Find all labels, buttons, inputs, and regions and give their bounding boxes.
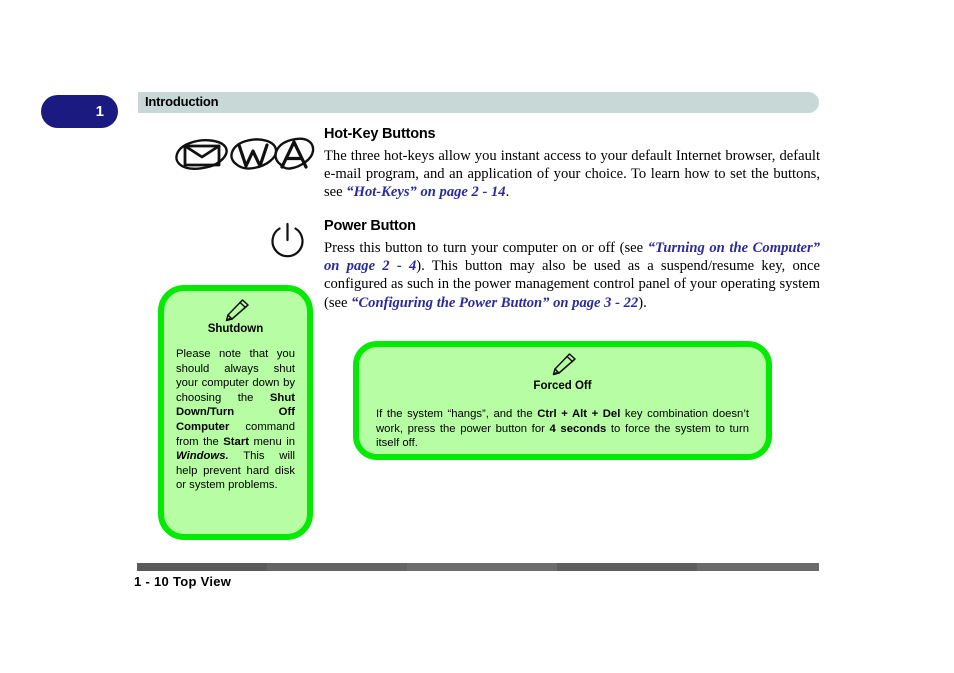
section-hotkey-buttons: Hot-Key Buttons The three hot-keys allow… (324, 126, 820, 202)
power-section-title: Power Button (324, 218, 416, 234)
text-run: menu in (249, 435, 295, 448)
power-paragraph-part3: ). (638, 294, 647, 311)
hotkey-cross-reference-link[interactable]: “Hot-Keys” on page 2 - 14 (346, 184, 505, 200)
callout-shutdown-title: Shutdown (207, 323, 264, 335)
hotkey-section-paragraph: The three hot-keys allow you instant acc… (324, 147, 820, 202)
power-symbol-icon (265, 218, 310, 263)
footer-page-label: 1 - 10 Top View (134, 574, 232, 589)
power-section-paragraph: Press this button to turn your computer … (324, 239, 820, 312)
chapter-number-badge: 1 (41, 95, 118, 128)
text-run: Ctrl + Alt + Del (537, 408, 621, 420)
callout-forced-off-body: If the system “hangs”, and the Ctrl + Al… (376, 407, 749, 451)
callout-shutdown: Shutdown Please note that you should alw… (158, 285, 313, 540)
footer-rule-segment (697, 563, 819, 571)
footer-rule-segment (267, 563, 407, 571)
pen-icon (548, 351, 578, 377)
footer-rule-segment (407, 563, 557, 571)
pen-icon (221, 297, 251, 323)
hotkey-section-title: Hot-Key Buttons (324, 126, 436, 142)
running-header-title: Introduction (145, 94, 219, 109)
document-page: 1 Introduction Hot-Key Buttons The three… (0, 0, 954, 673)
text-run: 4 seconds (549, 422, 607, 435)
power-cross-reference-link-2[interactable]: “Configuring the Power Button” on page 3… (351, 295, 638, 311)
callout-shutdown-body: Please note that you should always shut … (176, 347, 295, 493)
callout-forced-off: Forced Off If the system “hangs”, and th… (353, 341, 772, 460)
running-header-bar (138, 92, 819, 113)
text-run: Windows. (176, 450, 229, 463)
footer-rule-segment (137, 563, 267, 571)
footer-rule-segment (557, 563, 697, 571)
text-run: Start (223, 435, 249, 448)
callout-forced-off-title: Forced Off (533, 380, 592, 392)
power-paragraph-part1: Press this button to turn your computer … (324, 240, 648, 256)
footer-rule (137, 563, 819, 571)
hotkey-paragraph-suffix: . (505, 184, 510, 201)
hotkey-trio-icon (170, 126, 315, 178)
text-run: If the system “hangs”, and the (376, 408, 538, 420)
section-power-button: Power Button Press this button to turn y… (324, 218, 820, 312)
